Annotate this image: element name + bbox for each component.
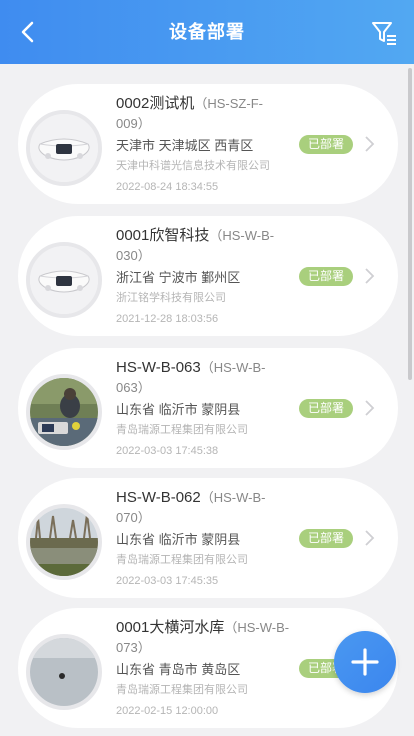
device-thumbnail xyxy=(26,242,102,318)
device-name-line: 0001欣智科技（HS-W-B-030） xyxy=(116,226,291,266)
device-card[interactable]: HS-W-B-063（HS-W-B-063） 山东省 临沂市 蒙阴县 青岛瑞源工… xyxy=(18,348,398,468)
device-name: HS-W-B-062 xyxy=(116,489,201,506)
device-time: 2022-03-03 17:45:35 xyxy=(116,575,219,587)
app-header: 设备部署 xyxy=(0,0,414,64)
chevron-right-icon xyxy=(365,268,375,284)
add-device-button[interactable] xyxy=(334,631,396,693)
device-time: 2022-08-24 18:34:55 xyxy=(116,181,219,193)
device-name: 0001欣智科技 xyxy=(116,227,210,244)
scrollbar[interactable] xyxy=(408,68,412,380)
status-badge: 已部署 xyxy=(299,529,353,548)
device-company: 青岛瑞源工程集团有限公司 xyxy=(116,554,248,566)
device-region: 浙江省 宁波市 鄞州区 xyxy=(116,270,241,285)
status-badge: 已部署 xyxy=(299,267,353,286)
device-thumbnail xyxy=(26,504,102,580)
device-time: 2021-12-28 18:03:56 xyxy=(116,313,219,325)
chevron-right-icon xyxy=(365,136,375,152)
plus-icon xyxy=(351,648,379,676)
device-company: 青岛瑞源工程集团有限公司 xyxy=(116,684,248,696)
device-region: 山东省 临沂市 蒙阴县 xyxy=(116,532,241,547)
device-region: 山东省 临沂市 蒙阴县 xyxy=(116,402,241,417)
device-name: 0001大横河水库 xyxy=(116,619,225,636)
device-time: 2022-03-03 17:45:38 xyxy=(116,445,219,457)
device-region: 天津市 天津城区 西青区 xyxy=(116,138,254,153)
status-badge: 已部署 xyxy=(299,135,353,154)
chevron-right-icon xyxy=(365,400,375,416)
chevron-right-icon xyxy=(365,530,375,546)
device-thumbnail xyxy=(26,374,102,450)
device-name-line: HS-W-B-062（HS-W-B-070） xyxy=(116,488,291,528)
device-thumbnail xyxy=(26,110,102,186)
device-thumbnail xyxy=(26,634,102,710)
device-region: 山东省 青岛市 黄岛区 xyxy=(116,662,241,677)
device-name: 0002测试机 xyxy=(116,95,195,112)
device-card[interactable]: 0002测试机（HS-SZ-F-009） 天津市 天津城区 西青区 天津中科谱光… xyxy=(18,84,398,204)
device-card[interactable]: HS-W-B-062（HS-W-B-070） 山东省 临沂市 蒙阴县 青岛瑞源工… xyxy=(18,478,398,598)
device-name-line: 0002测试机（HS-SZ-F-009） xyxy=(116,94,291,134)
device-name-line: 0001大横河水库（HS-W-B-073） xyxy=(116,618,291,658)
device-time: 2022-02-15 12:00:00 xyxy=(116,705,219,717)
page-title: 设备部署 xyxy=(169,22,245,42)
filter-button[interactable] xyxy=(370,19,398,47)
device-name: HS-W-B-063 xyxy=(116,359,201,376)
status-badge: 已部署 xyxy=(299,399,353,418)
device-name-line: HS-W-B-063（HS-W-B-063） xyxy=(116,358,291,398)
device-card[interactable]: 0001欣智科技（HS-W-B-030） 浙江省 宁波市 鄞州区 浙江铭学科技有… xyxy=(18,216,398,336)
filter-icon xyxy=(372,22,396,45)
device-company: 青岛瑞源工程集团有限公司 xyxy=(116,424,248,436)
device-company: 浙江铭学科技有限公司 xyxy=(116,292,226,304)
device-company: 天津中科谱光信息技术有限公司 xyxy=(116,160,270,172)
